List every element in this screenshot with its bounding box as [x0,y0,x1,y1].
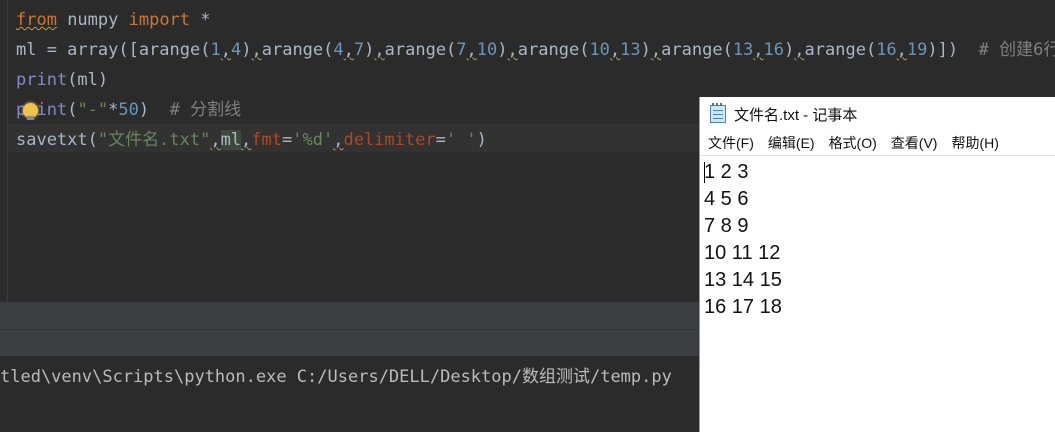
print-args: (ml) [67,70,109,90]
arange-call: arange( [384,40,457,60]
closing-brackets: ]) [937,40,959,60]
text-line: 13 14 15 [704,269,782,291]
comma: , [609,40,621,60]
notepad-menubar: 文件(F) 编辑(E) 格式(O) 查看(V) 帮助(H) [700,131,1055,156]
paren: ) [476,130,487,150]
number: 13 [732,40,754,60]
code-line-4[interactable]: print("-"*50) # 分割线 [16,95,241,125]
comma: , [374,40,385,60]
menu-format[interactable]: 格式(O) [822,131,884,155]
paren: ) [927,40,938,60]
code-comment: # 创建6行3 [978,40,1055,60]
comma: , [507,40,518,60]
number: 10 [476,40,498,60]
text-line: 10 11 12 [704,242,781,264]
comma: , [343,40,354,60]
savetxt-call: savetxt( [16,130,98,150]
paren: ) [497,40,508,60]
number: 4 [230,40,242,60]
paren: ) [138,100,150,120]
number: 10 [589,40,610,60]
text-line: 4 5 6 [704,188,749,210]
assignment-lhs: ml = array([ [16,40,139,60]
comma: , [220,40,231,60]
paren: ) [640,40,651,60]
paren: ) [241,40,252,60]
text-line: 7 8 9 [704,215,749,237]
number: 50 [118,100,139,120]
operator: * [108,100,119,120]
arange-call: arange( [261,40,334,60]
comma: , [241,130,252,150]
menu-view[interactable]: 查看(V) [884,131,945,155]
number: 4 [333,40,344,60]
comma: , [466,40,477,60]
code-line-5[interactable]: savetxt("文件名.txt",ml,fmt='%d',delimiter=… [16,125,487,155]
number: 7 [456,40,467,60]
comma: , [650,40,662,60]
comma: , [896,40,907,60]
number: 16 [763,40,785,60]
notepad-icon [710,103,726,123]
text-line: 1 2 3 [704,161,749,183]
comma: , [753,40,764,60]
text-line: 16 17 18 [704,296,782,318]
operator: = [282,130,293,150]
comma: , [210,130,221,150]
paren: ( [67,100,78,120]
code-line-3[interactable]: print(ml) [16,65,108,95]
keyword-import: import [128,10,191,30]
variable-ml: ml [220,130,242,150]
param-delimiter: delimiter [343,130,436,150]
paren: ) [364,40,375,60]
string-literal: '%d' [292,130,334,150]
string-literal: ' ' [445,130,477,150]
menu-file[interactable]: 文件(F) [700,131,761,155]
lightbulb-icon[interactable] [23,103,38,120]
number: 13 [620,40,641,60]
arange-call: arange( [661,40,733,60]
text-caret [704,162,705,183]
comma: , [333,130,344,150]
print-call: print [16,70,68,90]
paren: ) [784,40,795,60]
module-name: numpy [56,10,129,30]
param-fmt: fmt [251,130,283,150]
code-comment: # 分割线 [149,100,242,120]
notepad-text-area[interactable]: 1 2 3 4 5 6 7 8 9 10 11 12 13 14 15 16 1… [704,159,1052,429]
arange-call: arange( [138,40,211,60]
comma: , [794,40,805,60]
arange-call: arange( [804,40,877,60]
keyword-from: from [16,10,57,30]
code-line-2[interactable]: ml = array([arange(1,4),arange(4,7),aran… [16,35,1055,65]
string-literal: "-" [77,100,109,120]
menu-help[interactable]: 帮助(H) [944,131,1005,155]
code-line-1[interactable]: from numpy import * [16,5,211,35]
string-literal: "文件名.txt" [97,130,211,150]
import-star: * [190,10,211,30]
console-command-line: tled\venv\Scripts\python.exe C:/Users/DE… [0,367,672,387]
arange-call: arange( [517,40,590,60]
comma: , [251,40,262,60]
menu-edit[interactable]: 编辑(E) [761,131,822,155]
number: 1 [210,40,221,60]
number: 16 [876,40,897,60]
number: 19 [906,40,928,60]
notepad-titlebar[interactable]: 文件名.txt - 记事本 [700,97,1055,131]
operator: = [435,130,446,150]
number: 7 [353,40,365,60]
notepad-window[interactable]: 文件名.txt - 记事本 文件(F) 编辑(E) 格式(O) 查看(V) 帮助… [699,97,1055,432]
notepad-title: 文件名.txt - 记事本 [734,106,858,124]
